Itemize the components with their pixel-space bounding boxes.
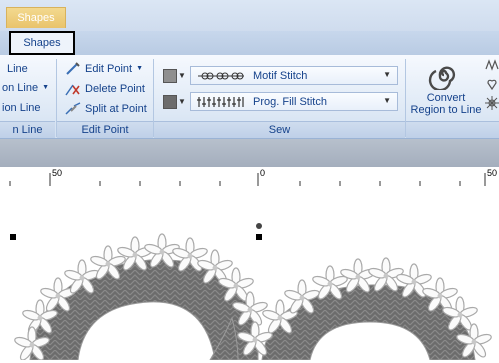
split-at-point-button[interactable]: Split at Point	[65, 100, 147, 117]
spiral-icon	[428, 66, 456, 90]
line-command-label: Line	[7, 62, 28, 75]
line-stitch-select[interactable]: Motif Stitch ▼	[190, 66, 398, 85]
chevron-down-icon: ▼	[383, 96, 391, 105]
region-stitch-select[interactable]: Prog. Fill Stitch ▼	[190, 92, 398, 111]
edit-point-button[interactable]: Edit Point ▼	[65, 60, 143, 77]
ion-line-command-label: ion Line	[2, 101, 41, 114]
split-at-point-label: Split at Point	[85, 102, 147, 115]
group-label-convert	[406, 121, 499, 138]
line-color-swatch[interactable]	[163, 68, 177, 83]
ribbon: Line on Line ▼ ion Line n Line Edit Poin…	[0, 55, 499, 139]
ion-line-command[interactable]: ion Line	[2, 99, 41, 116]
group-label-line: n Line	[0, 121, 55, 138]
chevron-down-icon: ▼	[383, 70, 391, 79]
stitch-pattern-icons[interactable]	[485, 59, 499, 119]
convert-label-line1: Convert	[426, 92, 466, 104]
delete-point-label: Delete Point	[85, 82, 145, 95]
on-line-command[interactable]: on Line ▼	[2, 79, 49, 96]
ruler-ticks	[9, 173, 486, 186]
edit-point-label: Edit Point	[85, 62, 133, 75]
chevron-down-icon[interactable]: ▼	[178, 97, 186, 106]
line-command[interactable]: Line	[7, 60, 28, 77]
convert-label-line2: Region to Line	[410, 104, 482, 116]
rotation-handle[interactable]	[256, 223, 262, 229]
split-point-icon	[65, 101, 81, 115]
embroidery-design[interactable]	[0, 186, 499, 363]
edit-point-icon	[66, 61, 80, 75]
delete-point-icon	[65, 84, 80, 95]
region-stitch-value: Prog. Fill Stitch	[253, 95, 327, 108]
region-sew-row: ▼ Prog. Fill Stitch ▼	[163, 91, 398, 112]
ruler-label: 50	[52, 168, 63, 178]
line-sew-row: ▼ Motif Stitch ▼	[163, 65, 398, 86]
chevron-down-icon[interactable]: ▼	[178, 71, 186, 80]
on-line-command-label: on Line	[2, 81, 39, 94]
contextual-tab-header: Shapes	[6, 7, 66, 28]
toolbar-band	[0, 139, 499, 167]
delete-point-button[interactable]: Delete Point	[65, 80, 145, 97]
region-color-swatch[interactable]	[163, 94, 177, 109]
prog-fill-stitch-icon	[197, 96, 244, 107]
chevron-down-icon: ▼	[42, 84, 50, 91]
chevron-down-icon: ▼	[136, 65, 144, 72]
tab-shapes[interactable]: Shapes	[9, 31, 75, 55]
design-canvas[interactable]	[0, 186, 499, 363]
selection-handle[interactable]	[10, 234, 16, 240]
convert-region-to-line-button[interactable]: Convert Region to Line	[406, 55, 486, 121]
ruler-label: 0	[260, 168, 266, 178]
title-bar	[0, 0, 499, 31]
ruler-label: 50	[487, 168, 498, 178]
horizontal-ruler: 50 0 50	[0, 167, 499, 187]
motif-stitch-icon	[198, 72, 244, 79]
group-label-edit-point: Edit Point	[57, 121, 153, 138]
selection-handle[interactable]	[256, 234, 262, 240]
group-label-sew: Sew	[154, 121, 405, 138]
line-stitch-value: Motif Stitch	[253, 69, 308, 82]
